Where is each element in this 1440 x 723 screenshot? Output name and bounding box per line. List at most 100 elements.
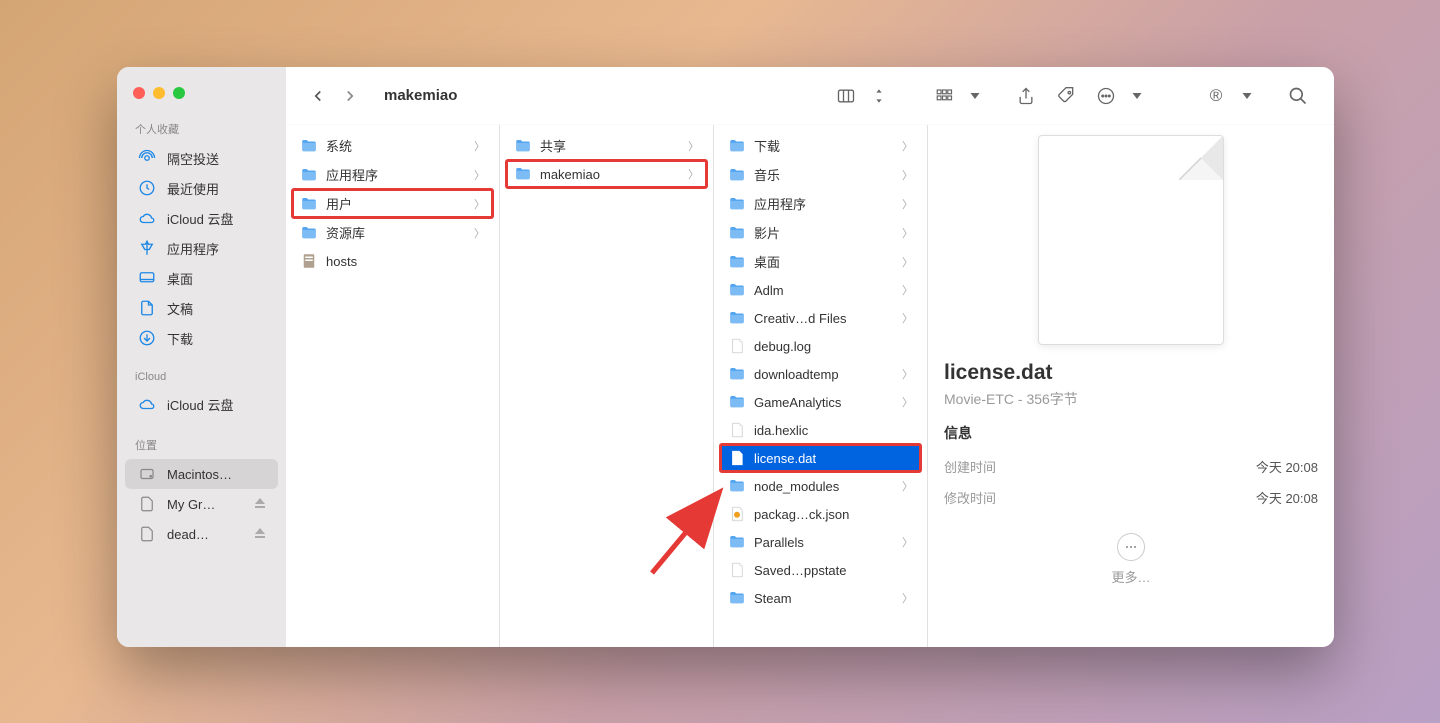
action-chevron[interactable] [1130, 82, 1144, 110]
reg-chevron[interactable] [1240, 82, 1254, 110]
list-item[interactable]: GameAnalytics〉 [720, 388, 921, 416]
sidebar-item[interactable]: 桌面 [125, 263, 278, 293]
eject-icon[interactable] [254, 527, 266, 542]
item-label: 共享 [540, 136, 680, 155]
share-button[interactable] [1010, 82, 1042, 110]
sidebar-item[interactable]: iCloud 云盘 [125, 389, 278, 419]
chevron-right-icon: 〉 [902, 196, 913, 212]
item-label: 下载 [754, 136, 894, 155]
sidebar-item-label: 下载 [167, 329, 193, 348]
column-browser: 系统〉应用程序〉用户〉资源库〉hosts 共享〉makemiao〉 下载〉音乐〉… [286, 125, 1334, 647]
item-label: packag…ck.json [754, 507, 913, 522]
chevron-right-icon: 〉 [902, 534, 913, 550]
list-item[interactable]: 应用程序〉 [720, 189, 921, 218]
list-item[interactable]: packag…ck.json [720, 500, 921, 528]
sidebar-section-locations: 位置 [117, 433, 286, 459]
back-button[interactable] [306, 84, 330, 108]
sidebar-item[interactable]: 下载 [125, 323, 278, 353]
list-item[interactable]: 影片〉 [720, 218, 921, 247]
group-button[interactable] [928, 82, 960, 110]
window-controls [117, 79, 286, 117]
column-1[interactable]: 系统〉应用程序〉用户〉资源库〉 hosts [286, 125, 500, 647]
airdrop-icon [137, 148, 157, 168]
group-chevron[interactable] [968, 82, 982, 110]
item-label: 影片 [754, 223, 894, 242]
item-label: 桌面 [754, 252, 894, 271]
column-3[interactable]: 下载〉音乐〉应用程序〉影片〉桌面〉Adlm〉Creativ…d Files〉de… [714, 125, 928, 647]
sidebar-item[interactable]: My Gr… [125, 489, 278, 519]
item-label: GameAnalytics [754, 395, 894, 410]
item-label: Saved…ppstate [754, 563, 913, 578]
list-item[interactable]: Creativ…d Files〉 [720, 304, 921, 332]
chevron-right-icon: 〉 [902, 138, 913, 154]
list-item[interactable]: 下载〉 [720, 131, 921, 160]
window-title: makemiao [384, 87, 457, 104]
list-item[interactable]: hosts [292, 247, 493, 275]
list-item[interactable]: debug.log [720, 332, 921, 360]
info-label: 创建时间 [944, 457, 996, 476]
sidebar: 个人收藏 隔空投送最近使用iCloud 云盘应用程序桌面文稿下载 iCloud … [117, 67, 286, 647]
sidebar-item-label: dead… [167, 527, 209, 542]
clock-icon [137, 178, 157, 198]
main-area: makemiao ® 系统〉应用程序〉用户〉资源库〉hosts 共享〉makem… [286, 67, 1334, 647]
sidebar-item[interactable]: 应用程序 [125, 233, 278, 263]
chevron-right-icon: 〉 [902, 225, 913, 241]
item-label: 音乐 [754, 165, 894, 184]
minimize-button[interactable] [153, 87, 165, 99]
sidebar-item-label: Macintos… [167, 467, 232, 482]
chevron-right-icon: 〉 [902, 167, 913, 183]
tag-button[interactable] [1050, 82, 1082, 110]
list-item[interactable]: node_modules〉 [720, 472, 921, 500]
list-item[interactable]: Adlm〉 [720, 276, 921, 304]
item-label: license.dat [754, 451, 913, 466]
list-item[interactable]: license.dat [720, 444, 921, 472]
list-item[interactable]: downloadtemp〉 [720, 360, 921, 388]
sidebar-item[interactable]: 最近使用 [125, 173, 278, 203]
action-button[interactable] [1090, 82, 1122, 110]
list-item[interactable]: 共享〉 [506, 131, 707, 160]
sidebar-section-icloud: iCloud [117, 367, 286, 389]
item-label: hosts [326, 254, 485, 269]
sidebar-item[interactable]: 隔空投送 [125, 143, 278, 173]
eject-icon[interactable] [254, 497, 266, 512]
sidebar-item[interactable]: iCloud 云盘 [125, 203, 278, 233]
list-item[interactable]: makemiao〉 [506, 160, 707, 188]
chevron-right-icon: 〉 [688, 138, 699, 154]
list-item[interactable]: Steam 〉 [720, 584, 921, 612]
list-item[interactable]: 桌面〉 [720, 247, 921, 276]
view-columns-button[interactable] [830, 82, 862, 110]
forward-button[interactable] [338, 84, 362, 108]
maximize-button[interactable] [173, 87, 185, 99]
item-label: Steam [754, 591, 894, 606]
sidebar-item[interactable]: Macintos… [125, 459, 278, 489]
view-options-chevron[interactable] [870, 82, 888, 110]
preview-filename: license.dat [944, 361, 1318, 385]
list-item[interactable]: 系统〉 [292, 131, 493, 160]
list-item[interactable]: 应用程序〉 [292, 160, 493, 189]
list-item[interactable]: ida.hexlic [720, 416, 921, 444]
chevron-right-icon: 〉 [474, 196, 485, 212]
column-2[interactable]: 共享〉makemiao〉 [500, 125, 714, 647]
disk-icon [137, 464, 157, 484]
info-label: 修改时间 [944, 488, 996, 507]
preview-info-row: 修改时间今天 20:08 [944, 482, 1318, 513]
preview-info-header: 信息 [944, 423, 1318, 443]
registered-badge[interactable]: ® [1200, 82, 1232, 110]
chevron-right-icon: 〉 [902, 590, 913, 606]
info-value: 今天 20:08 [1256, 457, 1318, 476]
sidebar-item-label: 应用程序 [167, 239, 219, 258]
list-item[interactable]: Saved…ppstate [720, 556, 921, 584]
sidebar-item[interactable]: 文稿 [125, 293, 278, 323]
list-item[interactable]: Parallels〉 [720, 528, 921, 556]
item-label: node_modules [754, 479, 894, 494]
list-item[interactable]: 音乐〉 [720, 160, 921, 189]
close-button[interactable] [133, 87, 145, 99]
search-button[interactable] [1282, 82, 1314, 110]
chevron-right-icon: 〉 [902, 366, 913, 382]
more-button[interactable] [1117, 533, 1145, 561]
sidebar-item[interactable]: dead… [125, 519, 278, 549]
list-item[interactable]: 用户〉 [292, 189, 493, 218]
list-item[interactable]: 资源库〉 [292, 218, 493, 247]
item-label: makemiao [540, 167, 680, 182]
sidebar-item-label: iCloud 云盘 [167, 209, 233, 228]
